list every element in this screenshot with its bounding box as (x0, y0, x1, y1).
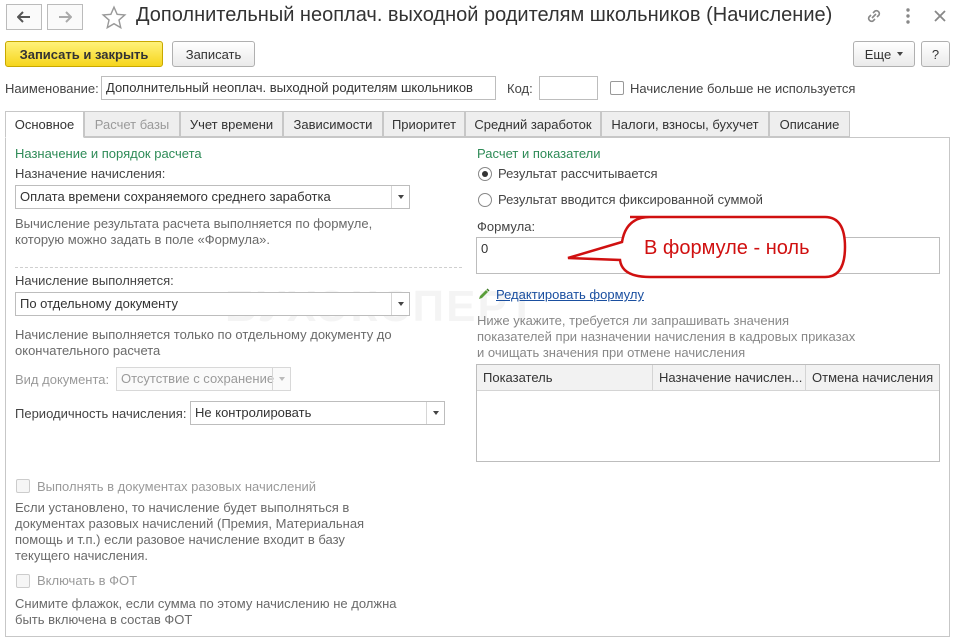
doctype-select[interactable]: Отсутствие с сохранение (116, 367, 291, 391)
page-title: Дополнительный неоплач. выходной родител… (136, 4, 833, 26)
tab-time-tracking[interactable]: Учет времени (180, 111, 283, 137)
indicators-hint-1: Ниже укажите, требуется ли запрашивать з… (477, 313, 790, 328)
chevron-down-icon (432, 411, 439, 415)
period-select[interactable]: Не контролировать (190, 401, 445, 425)
chevron-down-icon (397, 302, 404, 306)
chevron-down-icon (897, 52, 904, 56)
period-label: Периодичность начисления: (15, 406, 187, 421)
more-button[interactable]: Еще (853, 41, 915, 67)
tab-base-calc[interactable]: Расчет базы (84, 111, 180, 137)
column-header-assignment[interactable]: Назначение начислен... (653, 365, 806, 391)
oneoff-hint-1: Если установлено, то начисление будет вы… (15, 500, 350, 515)
indicators-hint-3: и очищать значения при отмене начисления (477, 345, 746, 360)
indicators-table[interactable]: Показатель Назначение начислен... Отмена… (476, 364, 940, 462)
dropdown-button[interactable] (391, 186, 409, 208)
performed-hint-2: окончательного расчета (15, 343, 161, 358)
purpose-select[interactable]: Оплата времени сохраняемого среднего зар… (15, 185, 410, 209)
purpose-hint-2: которую можно задать в поле «Формула». (15, 232, 271, 247)
performed-hint-1: Начисление выполняется только по отдельн… (15, 327, 392, 342)
section-calc-title: Расчет и показатели (477, 146, 601, 161)
purpose-label: Назначение начисления: (15, 166, 166, 181)
arrow-right-icon (59, 11, 72, 23)
dropdown-button (272, 368, 290, 390)
fot-label: Включать в ФОТ (37, 573, 138, 588)
more-label: Еще (864, 46, 892, 62)
radio-calculated-label: Результат рассчитывается (498, 166, 658, 181)
name-input[interactable]: Дополнительный неоплач. выходной родител… (101, 76, 496, 100)
performed-label: Начисление выполняется: (15, 273, 174, 288)
tab-description[interactable]: Описание (769, 111, 850, 137)
dropdown-button[interactable] (391, 293, 409, 315)
purpose-hint-1: Вычисление результата расчета выполняетс… (15, 216, 373, 231)
tab-main[interactable]: Основное (5, 111, 84, 138)
doctype-value: Отсутствие с сохранение (121, 371, 275, 386)
oneoff-hint-2: документах разовых начислений (Премия, М… (15, 516, 365, 531)
performed-select[interactable]: По отдельному документу (15, 292, 410, 316)
chevron-down-icon (397, 195, 404, 199)
formula-label: Формула: (477, 219, 536, 234)
radio-fixed-label: Результат вводится фиксированной суммой (498, 192, 763, 207)
chevron-down-icon (278, 377, 285, 381)
fot-hint-1: Снимите флажок, если сумма по этому начи… (15, 596, 397, 611)
divider (15, 267, 462, 268)
more-vertical-icon[interactable] (898, 6, 918, 26)
oneoff-label: Выполнять в документах разовых начислени… (37, 479, 317, 494)
tab-average-earnings[interactable]: Средний заработок (465, 111, 601, 137)
oneoff-hint-4: текущего начисления. (15, 548, 149, 563)
help-button[interactable]: ? (921, 41, 950, 67)
indicators-hint-2: показателей при назначении начисления в … (477, 329, 856, 344)
doctype-label: Вид документа: (15, 372, 110, 387)
name-label: Наименование: (5, 81, 99, 96)
unused-label: Начисление больше не используется (630, 81, 856, 96)
code-label: Код: (507, 81, 533, 96)
radio-fixed[interactable] (478, 193, 492, 207)
radio-calculated[interactable] (478, 167, 492, 181)
table-header: Показатель Назначение начислен... Отмена… (477, 365, 939, 391)
favorite-star-icon[interactable] (100, 5, 128, 31)
period-value: Не контролировать (195, 405, 312, 420)
tab-dependencies[interactable]: Зависимости (283, 111, 383, 137)
oneoff-hint-3: помощь и т.п.) если разовое начисление в… (15, 532, 345, 547)
save-and-close-button[interactable]: Записать и закрыть (5, 41, 163, 67)
column-header-indicator[interactable]: Показатель (477, 365, 653, 391)
edit-formula-link[interactable]: Редактировать формулу (496, 287, 644, 302)
section-purpose-title: Назначение и порядок расчета (15, 146, 202, 161)
dropdown-button[interactable] (426, 402, 444, 424)
tab-priority[interactable]: Приоритет (383, 111, 465, 137)
purpose-value: Оплата времени сохраняемого среднего зар… (20, 189, 331, 204)
fot-checkbox[interactable] (16, 574, 30, 588)
performed-value: По отдельному документу (20, 296, 178, 311)
back-button[interactable] (6, 4, 42, 30)
column-header-cancel[interactable]: Отмена начисления (806, 365, 939, 391)
callout-text: В формуле - ноль (644, 237, 810, 259)
pencil-icon (479, 288, 490, 299)
forward-button[interactable] (47, 4, 83, 30)
unused-checkbox[interactable] (610, 81, 624, 95)
link-icon[interactable] (864, 6, 884, 26)
arrow-left-icon (17, 11, 30, 23)
fot-hint-2: быть включена в состав ФОТ (15, 612, 193, 627)
save-button[interactable]: Записать (172, 41, 255, 67)
code-input[interactable] (539, 76, 598, 100)
close-icon[interactable] (930, 6, 950, 26)
tab-taxes[interactable]: Налоги, взносы, бухучет (601, 111, 769, 137)
oneoff-checkbox[interactable] (16, 479, 30, 493)
